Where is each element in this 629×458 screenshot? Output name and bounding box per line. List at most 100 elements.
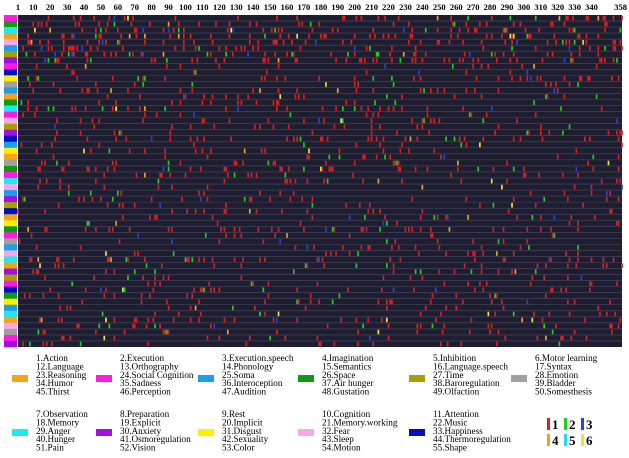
x-tick-label: 90 xyxy=(164,2,173,12)
heatmap-cell xyxy=(467,27,469,33)
heatmap-cell xyxy=(536,335,539,341)
heatmap-cell xyxy=(590,184,593,190)
row-category-swatch xyxy=(4,244,17,251)
heatmap-cell xyxy=(600,178,603,184)
heatmap-cell xyxy=(497,124,500,130)
heatmap-cell xyxy=(336,27,339,33)
heatmap-cell xyxy=(325,33,327,39)
heatmap-cell xyxy=(470,317,473,323)
heatmap-cell xyxy=(347,287,349,293)
heatmap-cell xyxy=(81,45,84,51)
heatmap-cell xyxy=(413,52,415,57)
value-key-bar xyxy=(547,434,550,446)
heatmap-cell xyxy=(47,15,50,21)
heatmap-cell xyxy=(286,233,288,238)
heatmap-cell xyxy=(531,275,534,280)
heatmap-cell xyxy=(259,88,261,93)
heatmap-cell xyxy=(411,227,414,232)
heatmap-cell xyxy=(111,227,114,232)
heatmap-cell xyxy=(94,82,97,87)
heatmap-cell xyxy=(563,94,566,99)
heatmap-cell xyxy=(122,287,124,293)
heatmap-cell xyxy=(443,58,446,63)
heatmap-cell xyxy=(504,27,507,33)
x-tick-label: 240 xyxy=(416,2,429,12)
heatmap-cell xyxy=(144,172,146,178)
heatmap-cell xyxy=(560,335,562,341)
row-category-swatch xyxy=(4,262,17,269)
heatmap-cell xyxy=(301,21,304,27)
row-category-swatch xyxy=(4,51,17,58)
heatmap-cell xyxy=(84,106,87,111)
x-tick-label: 190 xyxy=(331,2,344,12)
heatmap-cell xyxy=(314,39,317,45)
heatmap-cell xyxy=(556,88,559,93)
heatmap-cell xyxy=(512,52,515,57)
heatmap-cell xyxy=(118,202,121,208)
heatmap-cell xyxy=(79,118,82,124)
heatmap-cell xyxy=(193,39,195,45)
x-tick-label: 10 xyxy=(29,2,38,12)
plot-background xyxy=(18,15,622,347)
heatmap-cell xyxy=(619,27,622,33)
heatmap-cell xyxy=(614,39,617,45)
heatmap-cell xyxy=(529,76,532,81)
heatmap-cell xyxy=(436,215,439,220)
heatmap-cell xyxy=(392,160,395,166)
heatmap-cell xyxy=(411,27,414,33)
heatmap-cell xyxy=(155,112,158,118)
heatmap-cell xyxy=(419,227,422,232)
heatmap-cell xyxy=(330,52,332,57)
heatmap-cell xyxy=(511,39,513,45)
heatmap-cell xyxy=(22,45,24,51)
heatmap-cell xyxy=(367,317,370,323)
heatmap-cell xyxy=(201,287,204,293)
heatmap-cell xyxy=(558,341,561,347)
heatmap-cell xyxy=(451,64,454,69)
heatmap-cell xyxy=(167,275,170,280)
heatmap-cell xyxy=(448,58,451,63)
heatmap-cell xyxy=(545,263,547,268)
heatmap-cell xyxy=(592,166,595,172)
heatmap-cell xyxy=(605,263,608,268)
heatmap-cell xyxy=(110,88,112,93)
heatmap-cell xyxy=(567,275,569,280)
heatmap-cell xyxy=(34,27,36,33)
heatmap-cell xyxy=(78,323,80,329)
heatmap-cell xyxy=(539,76,542,81)
heatmap-cell xyxy=(279,239,282,244)
heatmap-cell xyxy=(320,166,322,172)
row-category-swatch xyxy=(4,268,17,275)
heatmap-cell xyxy=(526,299,529,305)
heatmap-cell xyxy=(384,15,386,21)
heatmap-cell xyxy=(399,257,402,262)
heatmap-cell xyxy=(607,160,610,166)
heatmap-cell xyxy=(482,118,485,124)
heatmap-cell xyxy=(556,154,559,160)
heatmap-cell xyxy=(563,76,566,81)
heatmap-cell xyxy=(372,208,375,214)
heatmap-cell xyxy=(133,202,136,208)
heatmap-cell xyxy=(567,299,569,305)
heatmap-cell xyxy=(116,190,119,196)
heatmap-cell xyxy=(343,15,346,21)
heatmap-cell xyxy=(512,136,515,142)
heatmap-cell xyxy=(431,293,434,299)
heatmap-cell xyxy=(445,305,447,311)
heatmap-cell xyxy=(404,136,407,142)
heatmap-cell xyxy=(274,52,277,57)
heatmap-cell xyxy=(617,154,620,160)
heatmap-cell xyxy=(445,251,447,256)
heatmap-cell xyxy=(309,21,312,27)
heatmap-cell xyxy=(171,100,173,105)
row-category-swatch xyxy=(4,316,17,324)
heatmap-cell xyxy=(338,154,341,160)
heatmap-cell xyxy=(245,341,248,347)
heatmap-cell xyxy=(127,275,129,280)
heatmap-cell xyxy=(226,172,229,178)
heatmap-cell xyxy=(111,196,114,202)
heatmap-cell xyxy=(589,76,591,81)
heatmap-cell xyxy=(118,39,121,45)
heatmap-cell xyxy=(494,293,496,299)
heatmap-cell xyxy=(595,94,598,99)
